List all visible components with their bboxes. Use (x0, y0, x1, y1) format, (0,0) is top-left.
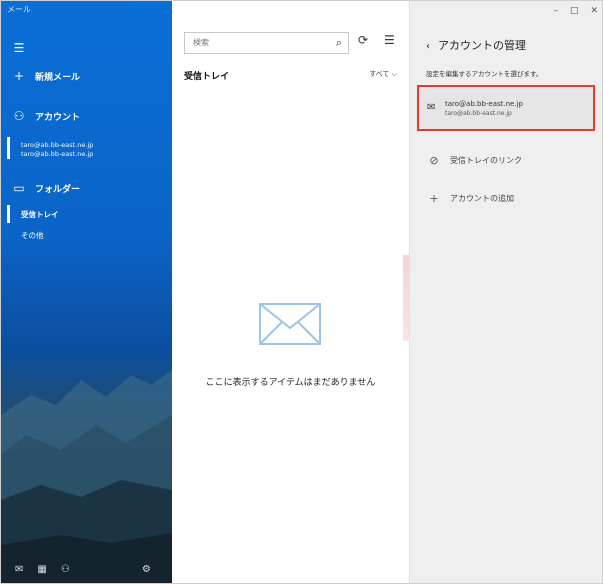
folder-icon: ▭ (13, 181, 25, 195)
hamburger-icon: ☰ (13, 41, 25, 55)
account-selected-indicator (7, 137, 10, 159)
sync-icon[interactable]: ⟳ (358, 33, 368, 47)
people-icon[interactable]: ⚇ (61, 564, 70, 575)
add-account-label: アカウントの追加 (450, 194, 514, 203)
inbox-title: 受信トレイ (184, 72, 230, 82)
close-button[interactable]: ✕ (590, 6, 598, 16)
mail-icon: ✉ (427, 102, 436, 113)
account-card-email: taro@ab.bb-east.ne.jp (445, 100, 523, 108)
folder-selected-indicator (7, 205, 10, 223)
menu-button[interactable]: ☰ (1, 37, 172, 59)
folders-label: フォルダー (35, 184, 81, 195)
minimize-button[interactable]: – (553, 6, 558, 16)
mail-icon[interactable]: ✉ (15, 564, 23, 575)
link-icon: ⊘ (429, 154, 439, 167)
window-controls: – □ ✕ (553, 6, 598, 16)
back-icon[interactable]: ‹ (426, 41, 430, 52)
add-account-button[interactable]: + アカウントの追加 (426, 192, 514, 205)
plus-icon: + (13, 69, 25, 83)
search-box[interactable]: ⌕ (184, 32, 349, 54)
landscape-background (1, 370, 172, 583)
message-list-pane: ⌕ ⟳ ☰ 受信トレイ すべて ⌵ ここに表示するアイテムはまだありません (172, 1, 409, 583)
accounts-label: アカウント (35, 112, 81, 123)
search-icon[interactable]: ⌕ (336, 36, 342, 50)
filter-dropdown[interactable]: すべて ⌵ (369, 69, 397, 79)
envelope-icon (259, 303, 321, 345)
calendar-icon[interactable]: ▦ (37, 564, 46, 575)
navigation-pane: メール ☰ + 新規メール ⚇ アカウント taro@ab.bb-east.ne… (1, 1, 172, 583)
search-input[interactable] (191, 37, 325, 48)
manage-accounts-pane: – □ ✕ ‹ アカウントの管理 設定を編集するアカウントを選びます。 ✉ tar… (410, 1, 602, 583)
accounts-button[interactable]: ⚇ アカウント (1, 105, 172, 127)
pane-title-text: アカウントの管理 (438, 39, 526, 52)
app-title: メール (7, 5, 31, 14)
new-mail-button[interactable]: + 新規メール (1, 65, 172, 87)
link-inboxes-label: 受信トレイのリンク (450, 156, 522, 165)
folder-inbox[interactable]: 受信トレイ (21, 209, 59, 220)
account-sub: taro@ab.bb-east.ne.jp (21, 150, 94, 158)
link-inboxes-button[interactable]: ⊘ 受信トレイのリンク (426, 154, 522, 167)
account-card[interactable]: ✉ taro@ab.bb-east.ne.jp taro@ab.bb-east.… (417, 85, 595, 131)
plus-icon: + (429, 192, 439, 205)
select-mode-icon[interactable]: ☰ (384, 33, 395, 47)
mail-window: メール ☰ + 新規メール ⚇ アカウント taro@ab.bb-east.ne… (0, 0, 603, 584)
account-item[interactable]: taro@ab.bb-east.ne.jp taro@ab.bb-east.ne… (21, 141, 93, 159)
account-card-sub: taro@ab.bb-east.ne.jp (445, 110, 512, 117)
nav-bottom-bar: ✉ ▦ ⚇ ⚙ (1, 559, 172, 579)
maximize-button[interactable]: □ (570, 6, 579, 16)
pane-hint: 設定を編集するアカウントを選びます。 (426, 70, 543, 78)
settings-icon[interactable]: ⚙ (142, 564, 151, 575)
empty-state-text: ここに表示するアイテムはまだありません (205, 378, 376, 388)
folder-other[interactable]: その他 (21, 230, 44, 241)
account-email: taro@ab.bb-east.ne.jp (21, 141, 94, 149)
person-icon: ⚇ (13, 109, 25, 123)
pane-title: ‹ アカウントの管理 (426, 37, 526, 53)
new-mail-label: 新規メール (35, 72, 81, 83)
folders-button[interactable]: ▭ フォルダー (1, 177, 172, 199)
